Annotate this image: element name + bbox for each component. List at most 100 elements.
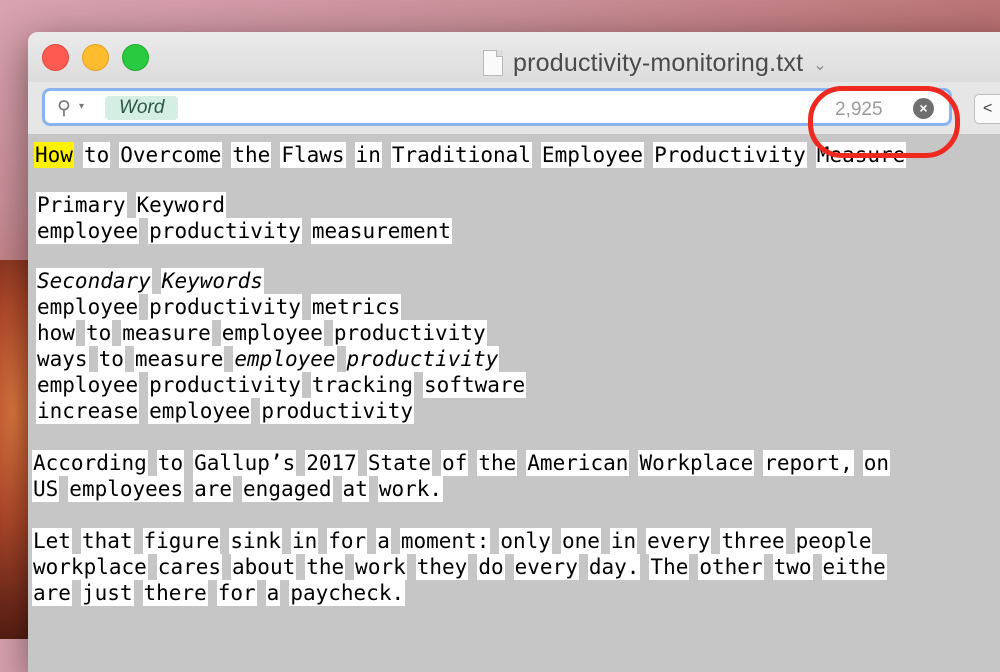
word: to: [84, 320, 113, 346]
word: in: [609, 528, 638, 554]
keyword-line: employee productivity tracking software: [36, 372, 535, 398]
word: Keyword: [135, 192, 227, 218]
word: Secondary: [36, 268, 152, 294]
word: productivity: [148, 294, 302, 320]
word: work: [354, 554, 407, 580]
close-window-button[interactable]: [42, 44, 69, 71]
word: State: [366, 450, 433, 476]
keyword-line: employee productivity metrics: [36, 294, 410, 320]
word: Let: [32, 528, 72, 554]
word: 2017: [305, 450, 358, 476]
title-bar: productivity-monitoring.txt ⌄: [28, 32, 1000, 82]
word: three: [720, 528, 786, 554]
word: workplace: [32, 554, 148, 580]
word: According: [32, 450, 148, 476]
paragraph-line: workplace cares about the work they do every day…: [32, 554, 896, 580]
word: cares: [156, 554, 223, 580]
window-title-group[interactable]: productivity-monitoring.txt ⌄: [483, 48, 827, 78]
word: to: [156, 450, 185, 476]
word: they: [415, 554, 469, 580]
word: at: [341, 476, 369, 502]
word: Flaws: [280, 142, 346, 168]
primary-keyword: employee productivity measurement: [36, 218, 461, 244]
word: measurement: [310, 218, 452, 244]
word: employee: [148, 398, 252, 424]
minimize-window-button[interactable]: [82, 44, 109, 71]
word: employee: [233, 346, 337, 372]
word: do: [477, 554, 505, 580]
word: Keywords: [160, 268, 264, 294]
word: work.: [377, 476, 444, 502]
word: that: [80, 528, 134, 554]
match-count-annotation-ring: [808, 86, 960, 158]
word: How: [34, 142, 74, 168]
word: employee: [36, 294, 140, 320]
word: there: [142, 580, 208, 606]
word: tracking: [310, 372, 415, 398]
word: people: [794, 528, 873, 554]
paragraph-line: According to Gallup’s 2017 State of the America…: [32, 450, 899, 476]
chevron-down-icon[interactable]: ⌄: [813, 55, 826, 75]
word: American: [526, 450, 630, 476]
word: productivity: [332, 320, 487, 346]
word: two: [772, 554, 813, 580]
word: Overcome: [119, 142, 223, 168]
word: a: [265, 580, 281, 606]
word: the: [477, 450, 518, 476]
word: every: [513, 554, 579, 580]
word: The: [649, 554, 690, 580]
word: employees: [68, 476, 185, 502]
word: paycheck.: [289, 580, 406, 606]
word: of: [441, 450, 469, 476]
word: every: [646, 528, 712, 554]
word: are: [32, 580, 72, 606]
word: one: [560, 528, 601, 554]
word: only: [499, 528, 552, 554]
word: employee: [36, 372, 140, 398]
word: Gallup’s: [193, 450, 297, 476]
keyword-line: increase employee productivity: [36, 398, 423, 424]
word: measure: [121, 320, 212, 346]
keyword-line: how to measure employee productivity: [36, 320, 496, 346]
word: productivity: [345, 346, 500, 372]
word: about: [231, 554, 297, 580]
word: how: [36, 320, 76, 346]
word: software: [423, 372, 527, 398]
word: for: [216, 580, 257, 606]
keyword-line: ways to measure employee productivity: [36, 346, 508, 372]
word: measure: [133, 346, 225, 372]
word: ways: [36, 346, 89, 372]
word: are: [193, 476, 234, 502]
text-editor[interactable]: How to Overcome the Flaws in Traditional Employ…: [28, 134, 1000, 672]
word: increase: [36, 398, 140, 424]
word: productivity: [148, 372, 302, 398]
word: engaged: [242, 476, 333, 502]
word: metrics: [310, 294, 402, 320]
word: day.: [587, 554, 641, 580]
doc-title-line: How to Overcome the Flaws in Traditional Employ…: [34, 142, 915, 168]
word: productivity: [148, 218, 302, 244]
word: employee: [220, 320, 324, 346]
previous-match-button[interactable]: <: [974, 94, 1000, 124]
zoom-window-button[interactable]: [122, 44, 149, 71]
word: in: [354, 142, 382, 168]
word: just: [80, 580, 134, 606]
word: sink: [229, 528, 282, 554]
word: report,: [763, 450, 854, 476]
secondary-keyword-heading: Secondary Keywords: [36, 268, 273, 294]
word: the: [231, 142, 272, 168]
document-icon: [483, 50, 503, 76]
paragraph-line: are just there for a paycheck.: [32, 580, 414, 606]
search-options-chevron-icon[interactable]: ▾: [79, 101, 84, 112]
word: moment:: [399, 528, 491, 554]
paragraph-line: Let that figure sink in for a moment: only one in e…: [32, 528, 881, 554]
word: a: [376, 528, 391, 554]
word: eithe: [821, 554, 887, 580]
word: productivity: [260, 398, 415, 424]
word: US: [32, 476, 60, 502]
word: other: [698, 554, 764, 580]
word: to: [82, 142, 111, 168]
search-icon[interactable]: ⚲: [57, 97, 71, 120]
search-token[interactable]: Word: [105, 96, 179, 120]
word: employee: [36, 218, 140, 244]
